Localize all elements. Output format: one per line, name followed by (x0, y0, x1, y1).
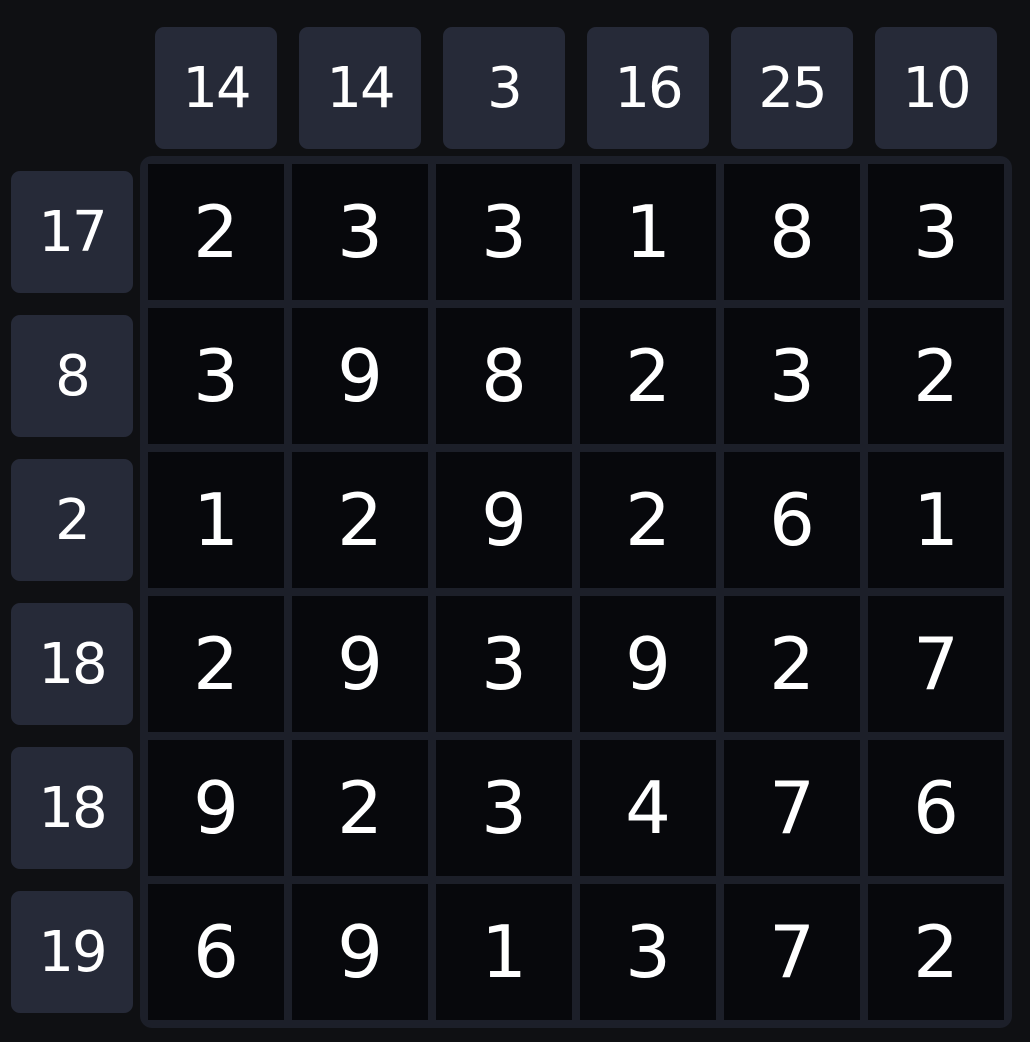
grid-cell-r2-c1[interactable]: 3 (148, 308, 284, 444)
grid-cell-r6-c1[interactable]: 6 (148, 884, 284, 1020)
grid-cell-r3-c6[interactable]: 1 (868, 452, 1004, 588)
grid-cell-r5-c5[interactable]: 7 (724, 740, 860, 876)
grid-cell-r5-c2[interactable]: 2 (292, 740, 428, 876)
grid-cell-r2-c2[interactable]: 9 (292, 308, 428, 444)
puzzle-board: 2 3 3 1 8 3 3 9 8 2 3 2 1 2 9 2 6 1 2 9 … (140, 156, 1012, 1028)
grid-cell-r1-c1[interactable]: 2 (148, 164, 284, 300)
column-clue-6: 10 (875, 27, 997, 149)
grid-cell-r5-c3[interactable]: 3 (436, 740, 572, 876)
grid-cell-r6-c4[interactable]: 3 (580, 884, 716, 1020)
column-clue-1: 14 (155, 27, 277, 149)
row-clue-5: 18 (11, 747, 133, 869)
grid-cell-r5-c1[interactable]: 9 (148, 740, 284, 876)
column-clue-3: 3 (443, 27, 565, 149)
grid-cell-r2-c3[interactable]: 8 (436, 308, 572, 444)
grid-cell-r4-c3[interactable]: 3 (436, 596, 572, 732)
puzzle-page: { "column_clues": ["14", "14", "3", "16"… (0, 0, 1030, 1042)
grid-cell-r6-c2[interactable]: 9 (292, 884, 428, 1020)
grid-cell-r3-c5[interactable]: 6 (724, 452, 860, 588)
grid-cell-r2-c6[interactable]: 2 (868, 308, 1004, 444)
grid-cell-r3-c1[interactable]: 1 (148, 452, 284, 588)
grid-cell-r3-c3[interactable]: 9 (436, 452, 572, 588)
grid-cell-r6-c5[interactable]: 7 (724, 884, 860, 1020)
grid-cell-r1-c2[interactable]: 3 (292, 164, 428, 300)
grid-cell-r6-c3[interactable]: 1 (436, 884, 572, 1020)
grid-cell-r4-c2[interactable]: 9 (292, 596, 428, 732)
grid-cell-r1-c6[interactable]: 3 (868, 164, 1004, 300)
grid-cell-r1-c4[interactable]: 1 (580, 164, 716, 300)
column-clue-5: 25 (731, 27, 853, 149)
grid-cell-r6-c6[interactable]: 2 (868, 884, 1004, 1020)
grid-cell-r4-c4[interactable]: 9 (580, 596, 716, 732)
grid-cell-r2-c5[interactable]: 3 (724, 308, 860, 444)
grid-cell-r4-c6[interactable]: 7 (868, 596, 1004, 732)
grid-cell-r5-c4[interactable]: 4 (580, 740, 716, 876)
grid-cell-r4-c1[interactable]: 2 (148, 596, 284, 732)
grid-cell-r3-c2[interactable]: 2 (292, 452, 428, 588)
row-clue-4: 18 (11, 603, 133, 725)
column-clue-4: 16 (587, 27, 709, 149)
grid-cell-r2-c4[interactable]: 2 (580, 308, 716, 444)
grid-cell-r3-c4[interactable]: 2 (580, 452, 716, 588)
grid-cell-r5-c6[interactable]: 6 (868, 740, 1004, 876)
row-clue-1: 17 (11, 171, 133, 293)
grid-cell-r4-c5[interactable]: 2 (724, 596, 860, 732)
column-clue-2: 14 (299, 27, 421, 149)
row-clue-6: 19 (11, 891, 133, 1013)
row-clue-3: 2 (11, 459, 133, 581)
grid-cell-r1-c5[interactable]: 8 (724, 164, 860, 300)
row-clue-2: 8 (11, 315, 133, 437)
grid-cell-r1-c3[interactable]: 3 (436, 164, 572, 300)
